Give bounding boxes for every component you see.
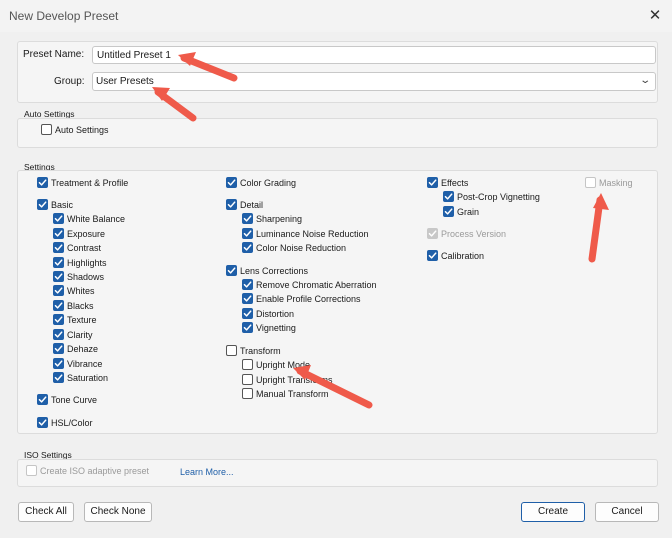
annotation-arrows xyxy=(152,52,609,409)
arrow-upright xyxy=(296,367,373,409)
arrow-masking xyxy=(588,196,604,263)
arrowhead-masking xyxy=(593,193,609,210)
